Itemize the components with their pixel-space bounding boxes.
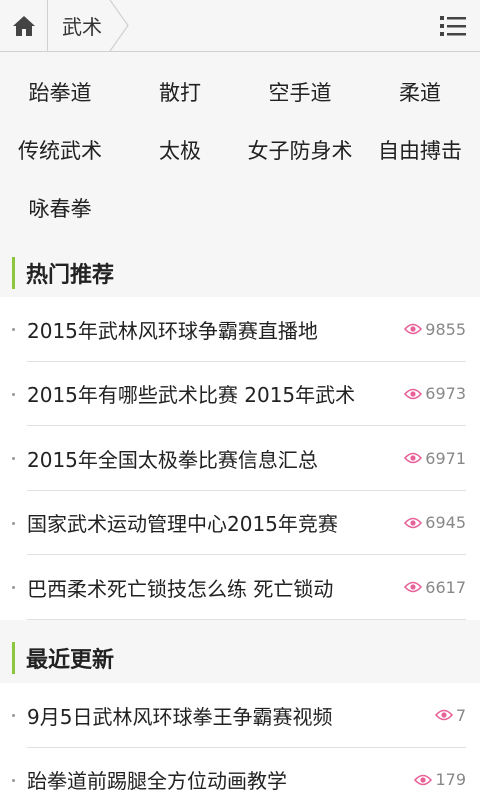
eye-icon: [404, 581, 423, 593]
eye-icon: [404, 388, 423, 400]
view-count: 179: [414, 770, 466, 789]
item-title: 2015年有哪些武术比赛 2015年武术: [27, 383, 356, 408]
item-title: 巴西柔术死亡锁技怎么练 死亡锁动: [27, 576, 334, 601]
divider: [27, 618, 466, 620]
list-item[interactable]: 2015年武林风环球争霸赛直播地 9855: [0, 297, 480, 362]
bullet: [12, 521, 15, 525]
category-item[interactable]: 女子防身术: [240, 122, 360, 178]
list-item[interactable]: 跆拳道前踢腿全方位动画教学 179: [0, 748, 480, 800]
view-count: 6617: [404, 578, 466, 597]
list-item[interactable]: 2015年有哪些武术比赛 2015年武术 6973: [0, 362, 480, 426]
view-count: 6973: [404, 384, 466, 403]
category-item[interactable]: 跆拳道: [0, 64, 120, 120]
eye-icon: [404, 452, 423, 464]
list-menu-icon: [440, 16, 466, 36]
eye-icon: [414, 774, 433, 786]
view-count: 9855: [404, 320, 466, 339]
bullet: [12, 457, 15, 461]
recent-list: 9月5日武林风环球拳王争霸赛视频 7 跆拳道前踢腿全方位动画教学 179: [0, 683, 480, 800]
category-item[interactable]: 空手道: [240, 64, 360, 120]
breadcrumb-label: 武术: [62, 15, 102, 39]
item-title: 9月5日武林风环球拳王争霸赛视频: [27, 704, 333, 729]
eye-icon: [404, 517, 423, 529]
bullet: [12, 392, 15, 396]
eye-icon: [404, 323, 423, 335]
bullet: [12, 586, 15, 590]
hot-list: 2015年武林风环球争霸赛直播地 9855 2015年有哪些武术比赛 2015年…: [0, 297, 480, 620]
item-title: 跆拳道前踢腿全方位动画教学: [27, 769, 287, 794]
list-item[interactable]: 9月5日武林风环球拳王争霸赛视频 7: [0, 683, 480, 748]
breadcrumb-separator-icon: [109, 0, 129, 51]
eye-icon: [434, 709, 453, 721]
home-icon: [12, 15, 35, 36]
list-item[interactable]: 国家武术运动管理中心2015年竞赛 6945: [0, 491, 480, 555]
view-count: 7: [434, 706, 466, 725]
category-item[interactable]: 咏春拳: [0, 180, 120, 236]
list-item[interactable]: 巴西柔术死亡锁技怎么练 死亡锁动 6617: [0, 555, 480, 620]
category-item[interactable]: 柔道: [360, 64, 480, 120]
category-item[interactable]: 散打: [120, 64, 240, 120]
menu-button[interactable]: [438, 11, 468, 41]
top-bar: 武术: [0, 0, 480, 52]
category-item[interactable]: 传统武术: [0, 122, 120, 178]
view-count: 6971: [404, 449, 466, 468]
hot-section-title: 热门推荐: [12, 257, 114, 289]
recent-section-title: 最近更新: [12, 642, 114, 674]
view-count: 6945: [404, 513, 466, 532]
home-button[interactable]: [0, 0, 48, 51]
category-item[interactable]: 太极: [120, 122, 240, 178]
item-title: 2015年武林风环球争霸赛直播地: [27, 318, 318, 343]
item-title: 国家武术运动管理中心2015年竞赛: [27, 512, 338, 537]
bullet: [12, 328, 15, 332]
category-item[interactable]: 自由搏击: [360, 122, 480, 178]
bullet: [12, 714, 15, 718]
list-item[interactable]: 2015年全国太极拳比赛信息汇总 6971: [0, 426, 480, 491]
item-title: 2015年全国太极拳比赛信息汇总: [27, 447, 318, 472]
bullet: [12, 778, 15, 782]
